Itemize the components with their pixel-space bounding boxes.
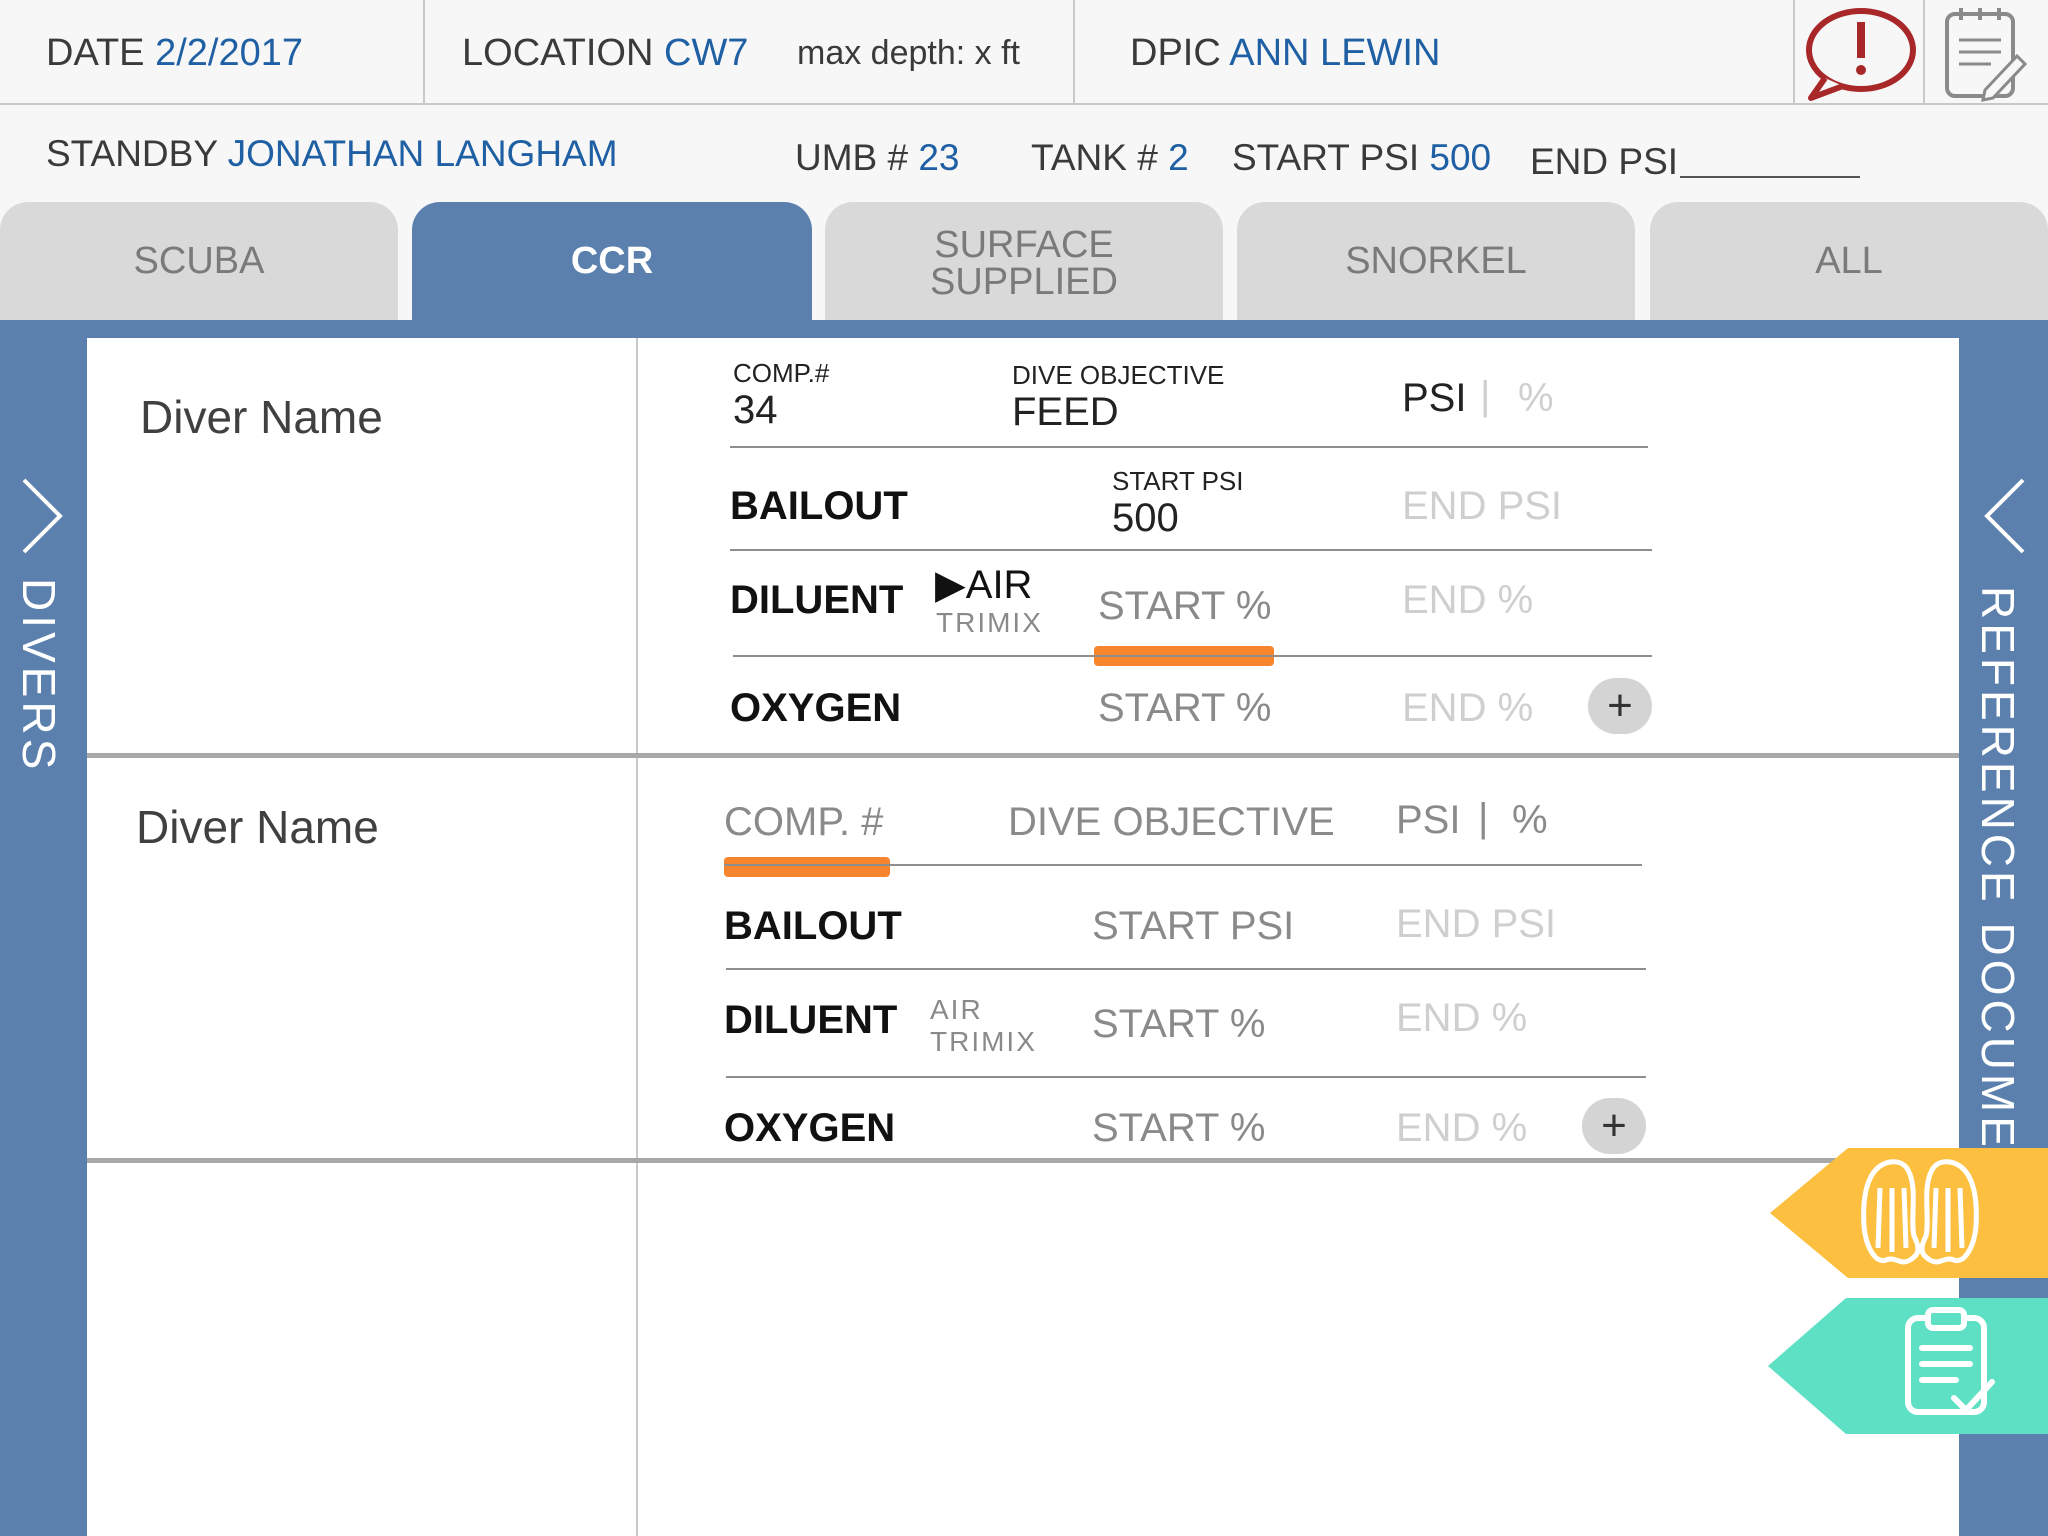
dive-objective-value[interactable]: FEED <box>1012 390 1119 435</box>
column-divider <box>636 338 638 1536</box>
chevron-right-icon <box>22 478 63 554</box>
start-psi-label: START PSI <box>1232 137 1420 178</box>
row-separator <box>87 1158 1959 1163</box>
divers-panel-label: DIVERS <box>13 578 65 774</box>
active-field-indicator <box>724 857 890 877</box>
unit-separator: | <box>1480 374 1491 418</box>
tab-scuba[interactable]: SCUBA <box>0 202 398 320</box>
gas-option-air[interactable]: AIR <box>930 994 983 1026</box>
tab-all[interactable]: ALL <box>1650 202 2048 320</box>
dive-objective-input[interactable]: DIVE OBJECTIVE <box>1008 800 1335 845</box>
dive-objective-label: DIVE OBJECTIVE <box>1012 360 1225 390</box>
chevron-left-icon <box>1984 478 2025 554</box>
notepad-icon <box>1945 8 2028 102</box>
tab-surface-supplied[interactable]: SURFACE SUPPLIED <box>825 202 1223 320</box>
diluent-label: DILUENT <box>724 998 898 1042</box>
sub-header: STANDBY JONATHAN LANGHAM UMB # 23 TANK #… <box>0 105 2048 200</box>
tab-snorkel[interactable]: SNORKEL <box>1237 202 1635 320</box>
oxygen-start-percent-input[interactable]: START % <box>1098 686 1271 731</box>
unit-psi-toggle[interactable]: PSI <box>1396 798 1460 843</box>
standby-field[interactable]: STANDBY JONATHAN LANGHAM <box>46 133 618 175</box>
start-psi-label: START PSI <box>1112 466 1244 496</box>
standby-label: STANDBY <box>46 133 218 174</box>
unit-percent-toggle[interactable]: % <box>1512 798 1548 843</box>
diluent-label: DILUENT <box>730 578 904 622</box>
location-value: CW7 <box>664 32 749 74</box>
row-separator <box>87 753 1959 758</box>
tab-label-line1: SURFACE <box>934 224 1114 266</box>
gas-option-trimix[interactable]: TRIMIX <box>936 607 1043 639</box>
oxygen-start-percent-input[interactable]: START % <box>1092 1106 1265 1151</box>
max-depth-text: max depth: x ft <box>797 34 1020 72</box>
umb-field[interactable]: UMB # 23 <box>795 137 960 179</box>
alert-speech-bubble-icon <box>1806 8 1916 101</box>
divers-panel-toggle[interactable]: DIVERS <box>0 338 87 1536</box>
add-gas-button[interactable]: + <box>1588 678 1652 734</box>
location-cell[interactable]: LOCATION CW7 max depth: x ft <box>425 0 1075 105</box>
oxygen-end-percent-input[interactable]: END % <box>1402 686 1533 731</box>
date-value: 2/2/2017 <box>155 32 304 74</box>
dpic-label: DPIC <box>1130 32 1221 74</box>
row-divider <box>726 1076 1646 1078</box>
date-label: DATE <box>46 32 145 74</box>
top-header: DATE 2/2/2017 LOCATION CW7 max depth: x … <box>0 0 2048 105</box>
row-divider <box>730 549 1652 551</box>
bailout-label: BAILOUT <box>730 484 908 528</box>
comp-label: COMP.# <box>733 358 830 388</box>
diluent-end-percent-input[interactable]: END % <box>1402 578 1533 623</box>
gas-option-air-selected[interactable]: ▶AIR <box>935 562 1032 608</box>
tab-label: SNORKEL <box>1345 239 1527 282</box>
tab-label-line2: SUPPLIED <box>930 261 1118 303</box>
umb-value: 23 <box>918 137 960 178</box>
row-divider <box>730 446 1648 448</box>
tab-label: SCUBA <box>133 239 265 282</box>
row-divider <box>726 968 1646 970</box>
bailout-start-psi-input[interactable]: START PSI <box>1092 904 1294 949</box>
dpic-value: ANN LEWIN <box>1229 32 1441 74</box>
unit-percent-toggle[interactable]: % <box>1518 376 1554 421</box>
bailout-end-psi-input[interactable]: END PSI <box>1402 484 1562 529</box>
oxygen-end-percent-input[interactable]: END % <box>1396 1106 1527 1151</box>
row-divider <box>724 864 1642 866</box>
comp-number-input[interactable]: COMP. # <box>724 800 883 845</box>
bailout-start-psi-value[interactable]: 500 <box>1112 496 1179 541</box>
start-psi-field[interactable]: START PSI 500 <box>1232 137 1491 179</box>
diluent-end-percent-input[interactable]: END % <box>1396 996 1527 1041</box>
alert-button[interactable] <box>1795 0 1925 105</box>
tank-value: 2 <box>1168 137 1189 178</box>
checklist-tag <box>1768 1298 2048 1434</box>
diver-name-field[interactable]: Diver Name <box>136 800 379 854</box>
unit-psi-toggle[interactable]: PSI <box>1402 376 1466 421</box>
tab-ccr[interactable]: CCR <box>412 202 812 320</box>
notes-button[interactable] <box>1925 0 2048 105</box>
gas-option-trimix[interactable]: TRIMIX <box>930 1026 1037 1058</box>
location-label: LOCATION <box>462 32 654 74</box>
bailout-end-psi-input[interactable]: END PSI <box>1396 902 1556 947</box>
oxygen-label: OXYGEN <box>730 686 902 730</box>
diluent-start-percent-input[interactable]: START % <box>1092 1002 1265 1047</box>
fins-tag <box>1770 1148 2048 1278</box>
divers-table <box>87 338 1959 1536</box>
tank-label: TANK # <box>1031 137 1158 178</box>
tab-label: CCR <box>570 239 654 282</box>
tank-field[interactable]: TANK # 2 <box>1031 137 1189 179</box>
checklist-tag-button[interactable] <box>1768 1298 2048 1434</box>
diluent-start-percent-input[interactable]: START % <box>1098 584 1271 629</box>
umb-label: UMB # <box>795 137 909 178</box>
fins-tag-button[interactable] <box>1770 1148 2048 1278</box>
date-cell[interactable]: DATE 2/2/2017 <box>0 0 425 105</box>
tab-label: ALL <box>1815 239 1883 282</box>
row-divider <box>733 655 1652 657</box>
bailout-label: BAILOUT <box>724 904 902 948</box>
diver-name-field[interactable]: Diver Name <box>140 390 383 444</box>
dpic-cell[interactable]: DPIC ANN LEWIN <box>1075 0 1795 105</box>
start-psi-value: 500 <box>1429 137 1492 178</box>
end-psi-input[interactable] <box>1680 176 1860 178</box>
add-gas-button[interactable]: + <box>1582 1098 1646 1154</box>
end-psi-label: END PSI <box>1530 141 1679 182</box>
standby-value: JONATHAN LANGHAM <box>227 133 618 174</box>
comp-value[interactable]: 34 <box>733 388 778 433</box>
oxygen-label: OXYGEN <box>724 1106 896 1150</box>
unit-separator: | <box>1478 796 1489 840</box>
